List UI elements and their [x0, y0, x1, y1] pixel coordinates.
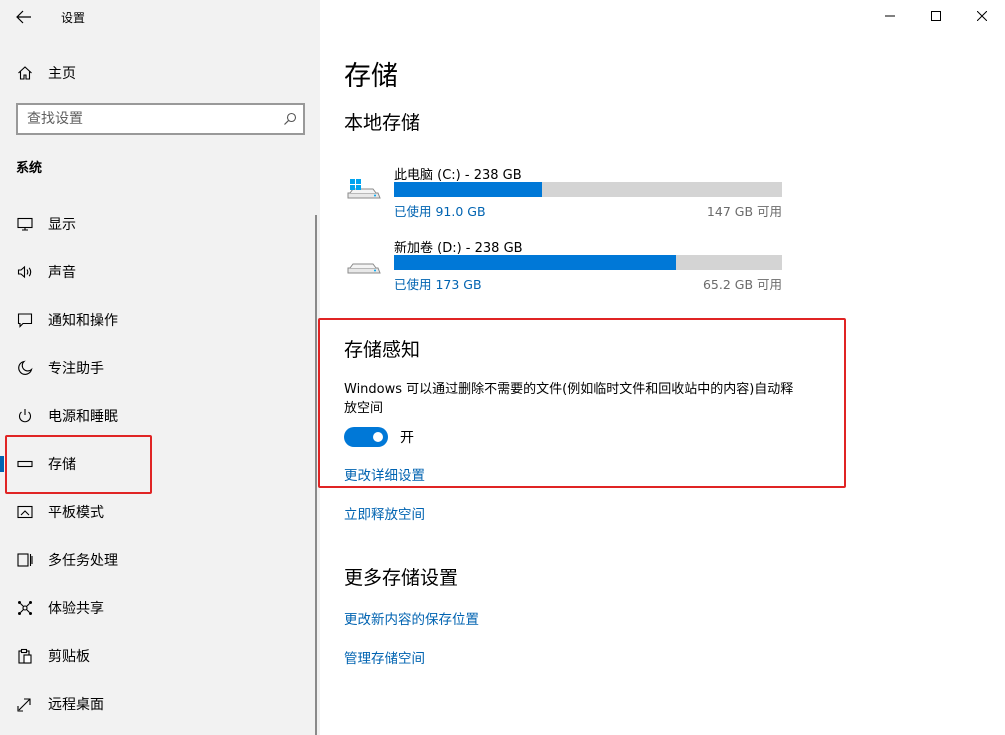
sidebar-item-label: 平板模式	[48, 505, 104, 521]
section-label-system: 系统	[16, 161, 43, 176]
sidebar-scrollbar[interactable]	[315, 215, 317, 735]
sidebar-item-focus-assist[interactable]: 专注助手	[0, 344, 312, 392]
sidebar-item-notifications[interactable]: 通知和操作	[0, 296, 312, 344]
multitask-icon	[17, 552, 33, 568]
monitor-icon	[17, 216, 33, 232]
windows-drive-icon	[346, 178, 382, 204]
sidebar-item-multitasking[interactable]: 多任务处理	[0, 536, 312, 584]
sidebar-item-display[interactable]: 显示	[0, 200, 312, 248]
notification-icon	[17, 312, 33, 328]
sidebar-item-label: 通知和操作	[48, 313, 118, 329]
minimize-button[interactable]	[867, 0, 913, 32]
drive-name: 此电脑 (C:) - 238 GB	[394, 168, 522, 183]
search-icon[interactable]	[277, 106, 303, 132]
power-icon	[17, 408, 33, 424]
moon-icon	[17, 360, 33, 376]
sidebar-item-sound[interactable]: 声音	[0, 248, 312, 296]
main-content: 存储 本地存储 此电脑 (C:) - 238 GB 已使用 91.0 GB 14…	[320, 0, 1005, 735]
toggle-knob	[373, 432, 383, 442]
sidebar-item-label: 声音	[48, 265, 76, 281]
sidebar: 设置 主页 系统 显示 声音	[0, 0, 320, 735]
drive-icon	[346, 251, 382, 277]
drive-d[interactable]: 新加卷 (D:) - 238 GB 已使用 173 GB 65.2 GB 可用	[346, 237, 786, 297]
page-title: 存储	[344, 61, 398, 92]
home-icon	[17, 65, 33, 81]
app-title: 设置	[61, 10, 86, 25]
sidebar-item-clipboard[interactable]: 剪贴板	[0, 632, 312, 680]
sidebar-item-shared-experiences[interactable]: 体验共享	[0, 584, 312, 632]
sidebar-item-label: 存储	[48, 457, 76, 473]
back-arrow-icon	[16, 10, 31, 24]
more-storage-settings-heading: 更多存储设置	[344, 567, 459, 589]
sidebar-item-tablet-mode[interactable]: 平板模式	[0, 488, 312, 536]
storage-sense-description: Windows 可以通过删除不需要的文件(例如临时文件和回收站中的内容)自动释放…	[344, 382, 794, 416]
sidebar-item-label: 体验共享	[48, 601, 104, 617]
used-space: 已使用 173 GB	[394, 277, 482, 292]
nav-list: 显示 声音 通知和操作 专注助手 电源和睡眠 存储 平板模式 多任务处理 体验共…	[0, 200, 312, 728]
share-icon	[17, 600, 33, 616]
free-space: 65.2 GB 可用	[702, 277, 782, 292]
sidebar-item-home[interactable]: 主页	[0, 57, 320, 89]
speaker-icon	[17, 264, 33, 280]
back-button[interactable]	[0, 0, 48, 34]
close-button[interactable]	[959, 0, 1005, 32]
maximize-button[interactable]	[913, 0, 959, 32]
home-label: 主页	[48, 66, 76, 82]
search-box[interactable]	[16, 103, 305, 135]
storage-sense-toggle-row[interactable]: 开	[344, 427, 414, 447]
clipboard-icon	[17, 648, 33, 664]
remote-desktop-icon	[17, 696, 33, 712]
usage-bar-fill	[394, 255, 676, 270]
storage-icon	[17, 456, 33, 472]
change-save-location-link[interactable]: 更改新内容的保存位置	[344, 608, 479, 628]
sidebar-item-label: 多任务处理	[48, 553, 118, 569]
sidebar-item-power-sleep[interactable]: 电源和睡眠	[0, 392, 312, 440]
storage-sense-heading: 存储感知	[344, 339, 421, 361]
sidebar-item-label: 电源和睡眠	[48, 409, 118, 425]
sidebar-item-remote-desktop[interactable]: 远程桌面	[0, 680, 312, 728]
tablet-icon	[17, 504, 33, 520]
sidebar-item-label: 专注助手	[48, 361, 104, 377]
sidebar-item-label: 剪贴板	[48, 649, 90, 665]
usage-bar	[394, 182, 782, 197]
sidebar-item-storage[interactable]: 存储	[0, 440, 312, 488]
free-space-now-link[interactable]: 立即释放空间	[344, 503, 425, 523]
used-space: 已使用 91.0 GB	[394, 204, 486, 219]
change-settings-link[interactable]: 更改详细设置	[344, 464, 425, 484]
drive-c[interactable]: 此电脑 (C:) - 238 GB 已使用 91.0 GB 147 GB 可用	[346, 164, 786, 224]
drive-name: 新加卷 (D:) - 238 GB	[394, 241, 523, 256]
maximize-icon	[931, 11, 941, 21]
free-space: 147 GB 可用	[706, 204, 782, 219]
usage-bar	[394, 255, 782, 270]
storage-sense-toggle[interactable]	[344, 427, 388, 447]
title-bar: 设置	[0, 0, 320, 34]
close-icon	[977, 11, 987, 21]
usage-bar-fill	[394, 182, 543, 197]
window-controls	[867, 0, 1005, 32]
sidebar-item-label: 显示	[48, 217, 76, 233]
manage-storage-spaces-link[interactable]: 管理存储空间	[344, 647, 425, 667]
local-storage-heading: 本地存储	[344, 112, 421, 134]
minimize-icon	[885, 15, 895, 17]
sidebar-item-label: 远程桌面	[48, 697, 104, 713]
search-input[interactable]	[18, 111, 277, 127]
selection-indicator	[0, 456, 4, 472]
toggle-state-label: 开	[400, 430, 414, 446]
